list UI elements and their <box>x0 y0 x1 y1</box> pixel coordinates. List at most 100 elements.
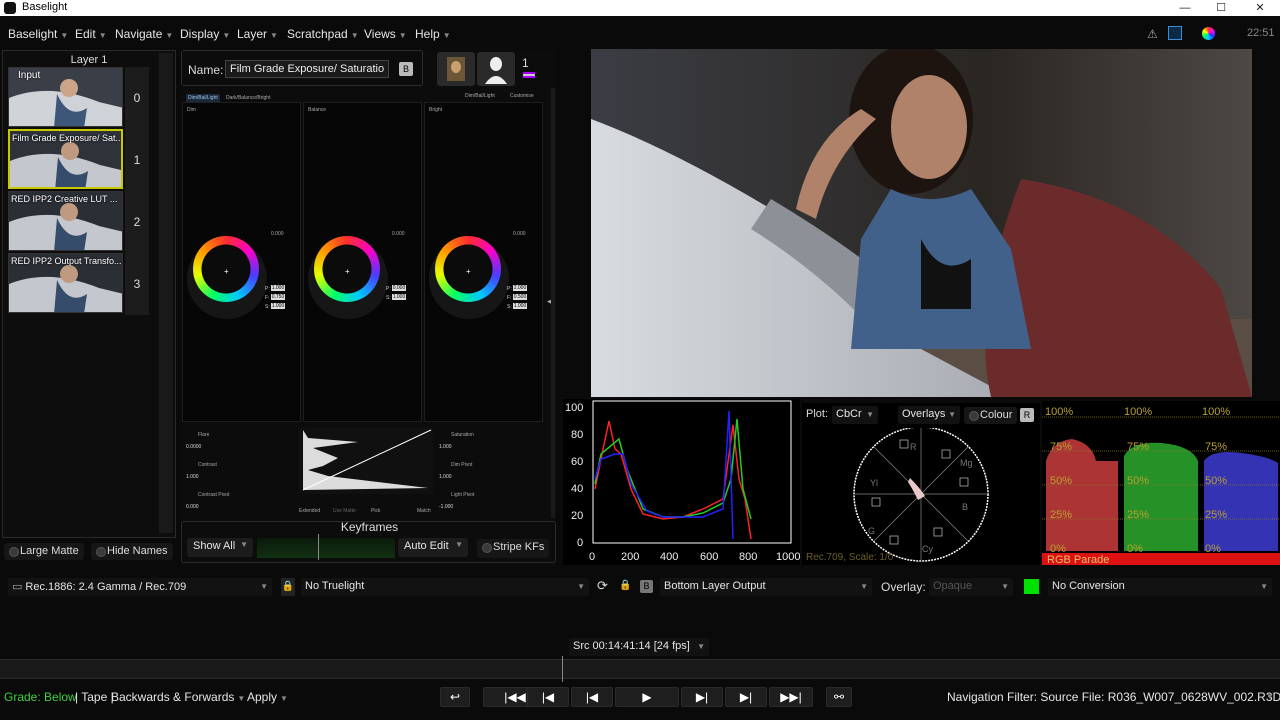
warning-icon[interactable]: ⚠ <box>1147 27 1158 41</box>
overlays-dropdown[interactable]: Overlays ▼ <box>898 406 960 424</box>
column-name: Dim <box>187 107 196 113</box>
lock-small-icon[interactable]: 🔒 <box>619 580 631 591</box>
field-value[interactable]: 1.000 <box>392 294 406 300</box>
play-icon[interactable]: ▶ <box>615 687 679 707</box>
name-input[interactable]: Film Grade Exposure/ Saturatio <box>225 60 389 78</box>
grade-panel: Name: Film Grade Exposure/ Saturatio B 1… <box>181 50 556 565</box>
rgb-parade[interactable]: 100% 100% 100% 75% 75% 75% 50% 50% 50% 2… <box>1042 401 1280 566</box>
refresh-icon[interactable]: ⟳ <box>597 578 608 594</box>
previous-mark-icon[interactable]: |◀ <box>527 687 569 707</box>
go-to-end-icon[interactable]: ▶▶| <box>769 687 813 707</box>
field-value[interactable]: 1.000 <box>271 285 285 291</box>
playhead[interactable] <box>562 656 563 682</box>
menu-scratchpad[interactable]: Scratchpad ▼ <box>287 27 359 41</box>
field-value[interactable]: 1.000 <box>271 303 285 309</box>
tab-dark-balance-bright[interactable]: Dark/Balance/Bright <box>226 95 270 101</box>
painting-icon[interactable] <box>437 52 475 86</box>
colour-space-dropdown[interactable]: ▭ Rec.1886: 2.4 Gamma / Rec.709 ▼ <box>8 578 272 596</box>
column-name: Bright <box>429 107 443 113</box>
keyframe-track[interactable] <box>257 538 395 558</box>
grade-mode[interactable]: Grade: Below <box>4 690 77 704</box>
control-value[interactable]: -1.000 <box>439 504 453 510</box>
layer-thumb-1[interactable]: Film Grade Exposure/ Sat... <box>8 129 123 189</box>
step-back-icon[interactable]: |◀ <box>571 687 613 707</box>
control-value[interactable]: 0.0000 <box>186 444 201 450</box>
lock-icon[interactable]: 🔒 <box>281 578 295 596</box>
minimize-button[interactable]: — <box>1167 0 1203 16</box>
conversion-dropdown[interactable]: No Conversion ▼ <box>1048 578 1272 596</box>
next-mark-icon[interactable]: ▶| <box>725 687 767 707</box>
control-value[interactable]: 1.000 <box>439 474 452 480</box>
monitor-icon[interactable] <box>1168 26 1182 40</box>
pick-button[interactable]: Pick <box>371 508 380 514</box>
b-toggle[interactable]: B <box>640 580 653 593</box>
bottom-layer-output-dropdown[interactable]: Bottom Layer Output ▼ <box>660 578 872 596</box>
field-value[interactable]: 0.500 <box>513 294 527 300</box>
timeline[interactable] <box>0 656 1280 682</box>
use-matte-button[interactable]: Use Matte <box>333 508 356 514</box>
close-button[interactable]: ✕ <box>1242 0 1278 16</box>
menu-bar: Baselight ▼ Edit ▼ Navigate ▼ Display ▼ Laye… <box>0 22 1280 46</box>
auto-edit-dropdown[interactable]: Auto Edit ▼ <box>398 538 468 557</box>
parade-label: 50% <box>1050 475 1072 487</box>
layer-label: Input <box>18 70 41 81</box>
plot-dropdown[interactable]: CbCr ▼ <box>832 406 878 424</box>
large-matte-toggle[interactable]: Large Matte <box>4 543 84 560</box>
match-button[interactable]: Match <box>417 508 431 514</box>
green-indicator[interactable] <box>1024 579 1039 594</box>
balance-column: Balance 0.000 + P: 0.000 S: 1.000 <box>303 102 422 422</box>
overlay-dropdown[interactable]: Opaque ▼ <box>929 578 1013 596</box>
truelight-dropdown[interactable]: No Truelight ▼ <box>301 578 589 596</box>
name-box: Name: Film Grade Exposure/ Saturatio B <box>181 50 423 86</box>
menu-display[interactable]: Display ▼ <box>180 27 230 41</box>
keyframes-title: Keyframes <box>340 520 399 534</box>
person-icon[interactable] <box>477 52 515 86</box>
menu-navigate[interactable]: Navigate ▼ <box>115 27 173 41</box>
undo-icon[interactable]: ↩ <box>440 687 470 707</box>
control-value[interactable]: 1.000 <box>186 474 199 480</box>
colour-wheel-icon[interactable] <box>1202 27 1215 40</box>
menu-edit[interactable]: Edit ▼ <box>75 27 107 41</box>
grade-scrollbar[interactable] <box>551 88 555 518</box>
b-badge[interactable]: B <box>399 62 413 76</box>
tab-dim-bal-light[interactable]: Dim/Bal/Light <box>186 94 220 102</box>
field-value[interactable]: 0.000 <box>392 285 406 291</box>
show-all-dropdown[interactable]: Show All ▼ <box>187 538 253 557</box>
apply-dropdown[interactable]: Apply ▼ <box>247 690 288 704</box>
image-viewer[interactable] <box>591 49 1252 397</box>
step-forward-icon[interactable]: ▶| <box>681 687 723 707</box>
extended-button[interactable]: Extended <box>299 508 320 514</box>
field-value[interactable]: 2.000 <box>513 285 527 291</box>
control-value[interactable]: 0.000 <box>186 504 199 510</box>
menu-baselight[interactable]: Baselight ▼ <box>8 27 68 41</box>
direction-dropdown[interactable]: Backwards & Forwards ▼ <box>111 690 245 704</box>
layer-thumb-2[interactable]: RED IPP2 Creative LUT ... <box>8 191 123 251</box>
menu-layer[interactable]: Layer ▼ <box>237 27 278 41</box>
menu-views[interactable]: Views ▼ <box>364 27 407 41</box>
menu-help[interactable]: Help ▼ <box>415 27 451 41</box>
layer-label: RED IPP2 Creative LUT ... <box>11 194 118 204</box>
tab-customise[interactable]: Customise <box>510 93 534 99</box>
stripe-kfs-toggle[interactable]: Stripe KFs <box>477 539 550 558</box>
navigation-filter[interactable]: Navigation Filter: Source File: R036_W00… <box>947 690 1280 704</box>
layers-scrollbar[interactable] <box>159 53 173 533</box>
link-icon[interactable]: ⚯ <box>826 687 852 707</box>
maximize-button[interactable]: ☐ <box>1203 0 1239 16</box>
timecode-dropdown[interactable]: Src 00:14:41:14 [24 fps] ▼ <box>569 638 709 656</box>
control-value[interactable]: 1.000 <box>439 444 452 450</box>
vectorscope[interactable]: Plot: CbCr ▼ Overlays ▼ Colour R R Mg B Cy… <box>802 403 1040 565</box>
layer-count[interactable]: 1 <box>522 56 529 70</box>
tab-dim-bal-light-right[interactable]: Dim/Bal/Light <box>465 93 495 99</box>
waveform-scope[interactable]: 100 80 60 40 20 0 0 200 400 600 800 1000 <box>563 399 800 565</box>
colour-toggle[interactable]: Colour <box>964 407 1018 424</box>
hide-names-toggle[interactable]: Hide Names <box>91 543 173 560</box>
field-value[interactable]: 1.000 <box>513 303 527 309</box>
layer-thumb-0[interactable]: Input <box>8 67 123 127</box>
tape-toggle[interactable]: | Tape | <box>75 690 114 704</box>
curve-graph[interactable] <box>298 428 433 494</box>
waveform-plot: 100 80 60 40 20 0 0 200 400 600 800 1000 <box>565 400 800 563</box>
layer-thumb-3[interactable]: RED IPP2 Output Transfo... <box>8 253 123 313</box>
field-value[interactable]: 0.750 <box>271 294 285 300</box>
chevron-down-icon[interactable]: ▼ <box>1266 692 1274 701</box>
r-badge[interactable]: R <box>1020 408 1034 422</box>
